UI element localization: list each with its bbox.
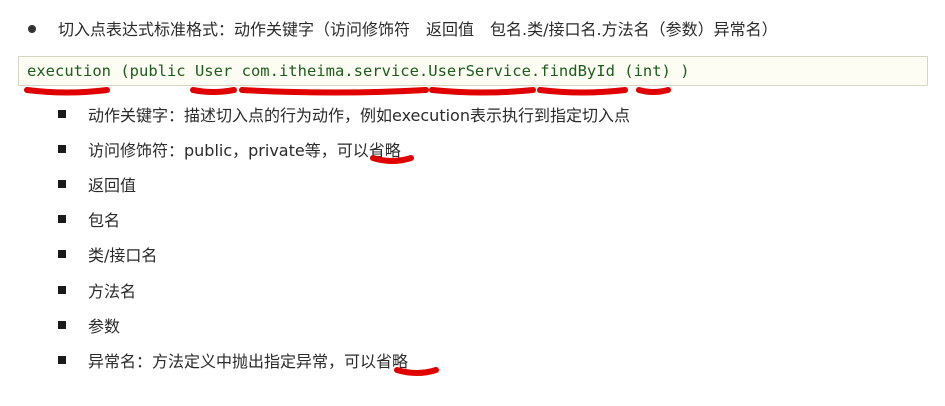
list-item: 类/接口名 <box>58 237 630 272</box>
square-bullet-icon <box>58 179 66 188</box>
underline-execution <box>24 87 110 96</box>
code-example-line: execution (public User com.itheima.servi… <box>27 62 690 80</box>
list-item-text: 访问修饰符：public，private等，可以省略 <box>88 140 401 160</box>
component-list: 动作关键字：描述切入点的行为动作，例如execution表示执行到指定切入点 访… <box>58 96 630 378</box>
list-item-text: 动作关键字：描述切入点的行为动作，例如execution表示执行到指定切入点 <box>88 105 630 125</box>
list-item: 返回值 <box>58 166 630 201</box>
underline-class <box>429 87 536 96</box>
list-item-text: 类/接口名 <box>88 246 158 266</box>
list-item: 访问修饰符：public，private等，可以省略 <box>58 131 630 166</box>
list-item-text: 包名 <box>88 211 121 231</box>
list-item-text: 异常名：方法定义中抛出指定异常，可以省略 <box>88 351 409 371</box>
list-item-text: 返回值 <box>88 175 137 195</box>
list-item: 动作关键字：描述切入点的行为动作，例如execution表示执行到指定切入点 <box>58 96 630 131</box>
list-item-text: 参数 <box>88 316 121 336</box>
format-heading: 切入点表达式标准格式：动作关键字（访问修饰符 返回值 包名.类/接口名.方法名（… <box>28 18 778 42</box>
square-bullet-icon <box>58 355 66 364</box>
underline-package <box>239 87 429 96</box>
square-bullet-icon <box>58 320 66 329</box>
square-bullet-icon <box>58 144 66 153</box>
square-bullet-icon <box>58 215 66 224</box>
code-example-box: execution (public User com.itheima.servi… <box>18 56 928 86</box>
list-item-text: 方法名 <box>88 281 137 301</box>
round-bullet-icon <box>28 24 36 33</box>
underline-params <box>636 87 671 95</box>
slide-page: 切入点表达式标准格式：动作关键字（访问修饰符 返回值 包名.类/接口名.方法名（… <box>0 0 945 406</box>
heading-text: 切入点表达式标准格式：动作关键字（访问修饰符 返回值 包名.类/接口名.方法名（… <box>58 20 778 39</box>
list-item: 参数 <box>58 307 630 342</box>
list-item: 异常名：方法定义中抛出指定异常，可以省略 <box>58 342 630 377</box>
underline-return-type <box>190 87 237 95</box>
square-bullet-icon <box>58 285 66 294</box>
list-item: 包名 <box>58 202 630 237</box>
underline-method <box>537 87 628 96</box>
square-bullet-icon <box>58 250 66 259</box>
square-bullet-icon <box>58 109 66 118</box>
list-item: 方法名 <box>58 272 630 307</box>
